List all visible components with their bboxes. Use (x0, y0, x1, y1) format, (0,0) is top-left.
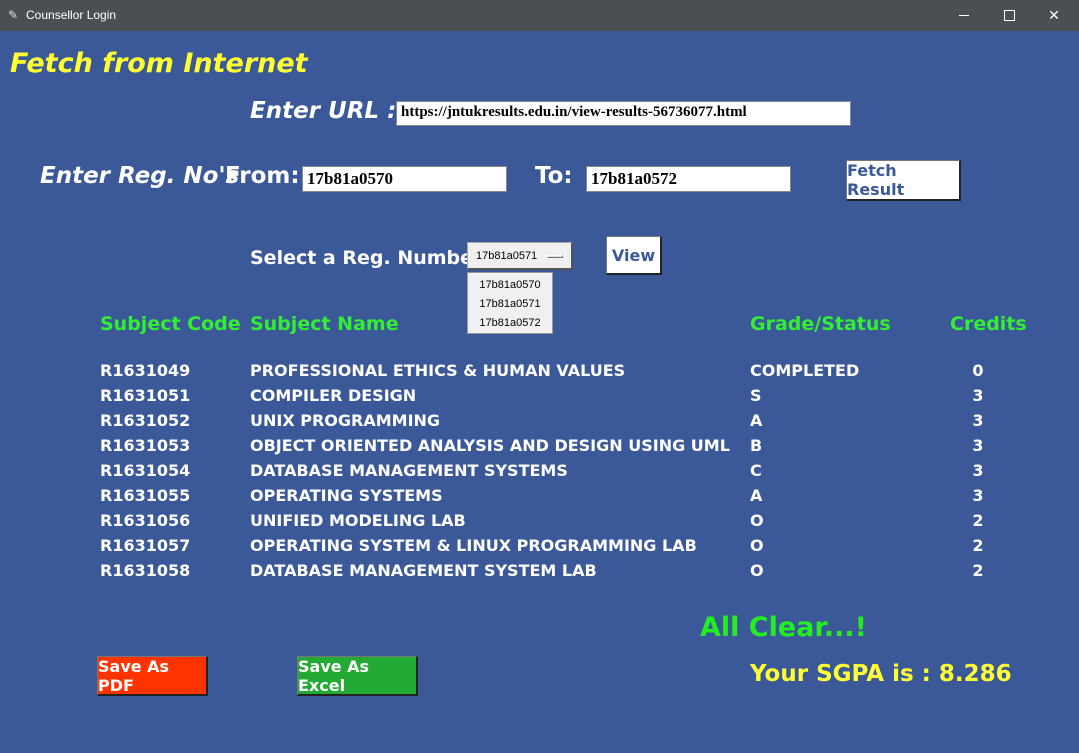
view-button[interactable]: View (606, 236, 662, 275)
dropdown-option[interactable]: 17b81a0570 (468, 276, 552, 295)
window-title: Counsellor Login (26, 8, 117, 22)
minimize-icon (959, 15, 969, 16)
to-label: To: (535, 163, 573, 189)
reg-number-select[interactable]: 17b81a0571 (467, 242, 573, 270)
table-row: R1631054 DATABASE MANAGEMENT SYSTEMS C 3 (0, 461, 1079, 486)
table-row: R1631052 UNIX PROGRAMMING A 3 (0, 411, 1079, 436)
minimize-button[interactable] (941, 0, 987, 31)
subject-name: OPERATING SYSTEM & LINUX PROGRAMMING LAB (250, 536, 697, 555)
close-button[interactable]: ✕ (1031, 0, 1077, 31)
grade-status: C (750, 461, 762, 480)
select-reg-label: Select a Reg. Number (250, 247, 483, 269)
from-label: From: (225, 163, 300, 189)
subject-name: OPERATING SYSTEMS (250, 486, 443, 505)
credits: 3 (972, 436, 984, 455)
subject-name: DATABASE MANAGEMENT SYSTEMS (250, 461, 568, 480)
subject-name: UNIFIED MODELING LAB (250, 511, 466, 530)
grade-status: B (750, 436, 763, 455)
title-bar: ✎ Counsellor Login ✕ (0, 0, 1079, 31)
subject-code: R1631052 (100, 411, 191, 430)
reg-label: Enter Reg. No's (40, 163, 240, 189)
url-input[interactable]: https://jntukresults.edu.in/view-results… (396, 101, 851, 126)
subject-code: R1631055 (100, 486, 191, 505)
fetch-result-button[interactable]: Fetch Result (846, 160, 961, 201)
subject-code: R1631056 (100, 511, 191, 530)
from-input[interactable]: 17b81a0570 (302, 166, 507, 192)
subject-code: R1631058 (100, 561, 191, 580)
header-grade-status: Grade/Status (750, 313, 891, 335)
grade-status: O (750, 561, 764, 580)
save-pdf-button[interactable]: Save As PDF (97, 656, 208, 696)
maximize-icon (1003, 10, 1015, 21)
credits: 2 (972, 536, 984, 555)
selected-reg-number: 17b81a0571 (476, 250, 538, 262)
grade-status: COMPLETED (750, 361, 860, 380)
header-subject-code: Subject Code (100, 313, 241, 335)
dropdown-option[interactable]: 17b81a0571 (468, 295, 552, 314)
credits: 2 (972, 511, 984, 530)
credits: 3 (972, 411, 984, 430)
sgpa-result: Your SGPA is : 8.286 (750, 661, 1012, 687)
status-message: All Clear...! (700, 612, 867, 643)
grade-status: A (750, 486, 763, 505)
subject-name: PROFESSIONAL ETHICS & HUMAN VALUES (250, 361, 626, 380)
subject-code: R1631053 (100, 436, 191, 455)
subject-code: R1631049 (100, 361, 191, 380)
save-excel-button[interactable]: Save As Excel (297, 656, 418, 696)
subject-code: R1631051 (100, 386, 191, 405)
dropdown-option[interactable]: 17b81a0572 (468, 314, 552, 333)
page-title: Fetch from Internet (10, 48, 308, 79)
table-row: R1631053 OBJECT ORIENTED ANALYSIS AND DE… (0, 436, 1079, 461)
subject-name: COMPILER DESIGN (250, 386, 417, 405)
header-credits: Credits (950, 313, 1027, 335)
credits: 3 (972, 386, 984, 405)
subject-name: UNIX PROGRAMMING (250, 411, 441, 430)
feather-icon: ✎ (8, 8, 19, 22)
header-subject-name: Subject Name (250, 313, 399, 335)
table-row: R1631055 OPERATING SYSTEMS A 3 (0, 486, 1079, 511)
table-row: R1631057 OPERATING SYSTEM & LINUX PROGRA… (0, 536, 1079, 561)
grade-status: O (750, 536, 764, 555)
subject-code: R1631054 (100, 461, 191, 480)
table-row: R1631056 UNIFIED MODELING LAB O 2 (0, 511, 1079, 536)
menu-indicator-icon (547, 255, 563, 258)
credits: 2 (972, 561, 984, 580)
url-label: Enter URL : (250, 98, 397, 124)
reg-number-dropdown: 17b81a0570 17b81a0571 17b81a0572 (467, 272, 553, 334)
credits: 0 (972, 361, 984, 380)
grade-status: O (750, 511, 764, 530)
subject-code: R1631057 (100, 536, 191, 555)
close-icon: ✕ (1048, 7, 1060, 24)
subject-name: DATABASE MANAGEMENT SYSTEM LAB (250, 561, 597, 580)
grade-status: S (750, 386, 762, 405)
table-row: R1631049 PROFESSIONAL ETHICS & HUMAN VAL… (0, 361, 1079, 386)
maximize-button[interactable] (986, 0, 1032, 31)
credits: 3 (972, 486, 984, 505)
to-input[interactable]: 17b81a0572 (586, 166, 791, 192)
grade-status: A (750, 411, 763, 430)
table-row: R1631058 DATABASE MANAGEMENT SYSTEM LAB … (0, 561, 1079, 586)
credits: 3 (972, 461, 984, 480)
table-row: R1631051 COMPILER DESIGN S 3 (0, 386, 1079, 411)
subject-name: OBJECT ORIENTED ANALYSIS AND DESIGN USIN… (250, 436, 730, 455)
